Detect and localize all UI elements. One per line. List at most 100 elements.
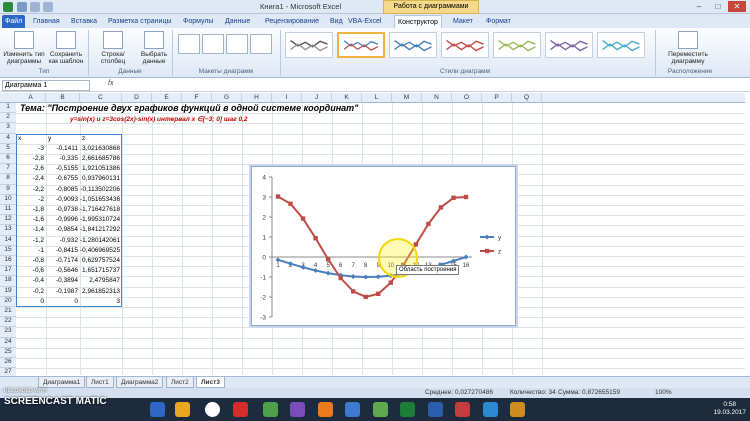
firefox-icon[interactable] — [318, 402, 333, 417]
app-icon[interactable] — [483, 402, 498, 417]
row-header[interactable]: 17 — [0, 266, 16, 277]
row-header[interactable]: 14 — [0, 235, 16, 246]
sheet-tab-list2[interactable]: Лист2 — [166, 377, 194, 388]
column-header[interactable]: J — [302, 93, 332, 103]
tab-home[interactable]: Главная — [30, 15, 63, 28]
row-header[interactable]: 16 — [0, 256, 16, 267]
torrent-icon[interactable] — [373, 402, 388, 417]
tab-insert[interactable]: Вставка — [68, 15, 100, 28]
row-header[interactable]: 8 — [0, 174, 16, 185]
row-header[interactable]: 2 — [0, 113, 16, 124]
row-header[interactable]: 21 — [0, 307, 16, 318]
sheet-tab-chart2[interactable]: Диаграмма2 — [116, 377, 164, 388]
row-header[interactable]: 15 — [0, 245, 16, 256]
system-clock[interactable]: 0:58 19.03.2017 — [713, 401, 746, 417]
style-thumb-1[interactable] — [285, 32, 333, 58]
sheet-tab-chart1[interactable]: Диаграмма1 — [38, 377, 86, 388]
column-header[interactable]: A — [16, 93, 46, 103]
tab-review[interactable]: Рецензирование — [262, 15, 322, 28]
row-header[interactable]: 22 — [0, 317, 16, 328]
row-header[interactable]: 18 — [0, 276, 16, 287]
tab-formulas[interactable]: Формулы — [180, 15, 216, 28]
chrome-icon[interactable] — [205, 402, 220, 417]
word-icon[interactable] — [428, 402, 443, 417]
row-header[interactable]: 5 — [0, 143, 16, 154]
app-icon[interactable] — [510, 402, 525, 417]
layout-thumb-2[interactable] — [202, 34, 224, 54]
app-icon[interactable] — [455, 402, 470, 417]
column-header[interactable]: C — [80, 93, 122, 103]
youtube-icon[interactable] — [233, 402, 248, 417]
column-header[interactable]: N — [422, 93, 452, 103]
select-data-button[interactable]: Выбрать данные — [138, 31, 170, 65]
row-header[interactable]: 6 — [0, 154, 16, 165]
column-header[interactable]: B — [46, 93, 80, 103]
row-header[interactable]: 26 — [0, 358, 16, 369]
style-thumb-7[interactable] — [597, 32, 645, 58]
column-header[interactable]: E — [152, 93, 182, 103]
tab-layout[interactable]: Макет — [450, 15, 476, 28]
row-header[interactable]: 19 — [0, 286, 16, 297]
excel-taskbar-icon[interactable] — [400, 402, 415, 417]
style-thumb-4[interactable] — [441, 32, 489, 58]
style-thumb-3[interactable] — [389, 32, 437, 58]
column-header[interactable]: F — [182, 93, 212, 103]
app-icon[interactable] — [290, 402, 305, 417]
minimize-button[interactable]: – — [690, 1, 708, 12]
app-icon[interactable] — [345, 402, 360, 417]
tab-data[interactable]: Данные — [222, 15, 253, 28]
tab-vba-excel[interactable]: VBA-Excel — [345, 15, 384, 28]
row-header[interactable]: 3 — [0, 123, 16, 134]
tab-design[interactable]: Конструктор — [394, 15, 442, 28]
tab-page-layout[interactable]: Разметка страницы — [105, 15, 175, 28]
row-header[interactable]: 23 — [0, 327, 16, 338]
row-header[interactable]: 25 — [0, 347, 16, 358]
move-chart-button[interactable]: Переместить диаграмму — [660, 31, 716, 65]
ie-icon[interactable] — [150, 402, 165, 417]
row-header[interactable]: 7 — [0, 164, 16, 175]
redo-icon[interactable] — [43, 2, 53, 12]
style-thumb-6[interactable] — [545, 32, 593, 58]
layout-thumb-4[interactable] — [250, 34, 272, 54]
column-header[interactable]: D — [122, 93, 152, 103]
column-header[interactable]: Q — [512, 93, 542, 103]
column-header[interactable]: P — [482, 93, 512, 103]
row-header[interactable]: 13 — [0, 225, 16, 236]
row-header[interactable]: 1 — [0, 103, 16, 114]
column-header[interactable]: I — [272, 93, 302, 103]
app-icon[interactable] — [263, 402, 278, 417]
row-header[interactable]: 12 — [0, 215, 16, 226]
close-button[interactable]: ✕ — [728, 1, 746, 12]
sheet-tab-list3[interactable]: Лист3 — [196, 377, 225, 388]
row-header[interactable]: 11 — [0, 205, 16, 216]
switch-row-column-button[interactable]: Строка/столбец — [90, 31, 136, 65]
row-header[interactable]: 24 — [0, 337, 16, 348]
save-icon[interactable] — [17, 2, 27, 12]
column-header[interactable]: L — [362, 93, 392, 103]
row-header[interactable]: 4 — [0, 133, 16, 144]
tab-format[interactable]: Формат — [483, 15, 514, 28]
save-template-button[interactable]: Сохранить как шаблон — [46, 31, 86, 65]
tab-file[interactable]: Файл — [2, 15, 26, 28]
undo-icon[interactable] — [30, 2, 40, 12]
column-header[interactable]: M — [392, 93, 422, 103]
column-header[interactable]: K — [332, 93, 362, 103]
tab-view[interactable]: Вид — [327, 15, 346, 28]
layout-thumb-1[interactable] — [178, 34, 200, 54]
style-thumb-5[interactable] — [493, 32, 541, 58]
row-header[interactable]: 9 — [0, 184, 16, 195]
name-box[interactable]: Диаграмма 1 — [2, 80, 90, 91]
maximize-button[interactable]: □ — [709, 1, 727, 12]
layout-thumb-3[interactable] — [226, 34, 248, 54]
zoom-level[interactable]: 100% — [655, 389, 672, 396]
change-chart-type-button[interactable]: Изменить тип диаграммы — [2, 31, 46, 65]
style-thumb-2[interactable] — [337, 32, 385, 58]
fx-icon[interactable]: fx — [108, 80, 113, 87]
column-header[interactable]: G — [212, 93, 242, 103]
column-header[interactable]: H — [242, 93, 272, 103]
row-header[interactable]: 20 — [0, 296, 16, 307]
column-header[interactable]: O — [452, 93, 482, 103]
explorer-icon[interactable] — [175, 402, 190, 417]
row-header[interactable]: 10 — [0, 194, 16, 205]
sheet-tab-list1[interactable]: Лист1 — [86, 377, 114, 388]
